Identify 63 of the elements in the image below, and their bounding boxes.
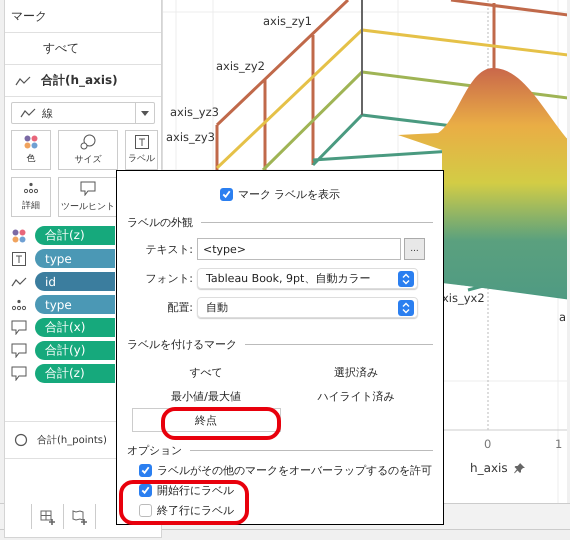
stepper-icon (398, 270, 414, 286)
checkbox[interactable] (139, 484, 152, 496)
field-pill[interactable]: id (35, 272, 115, 291)
font-select[interactable]: Tableau Book, 9pt、自動カラー (197, 268, 418, 289)
all-marks-tab[interactable]: すべて (43, 40, 79, 57)
line-icon (11, 276, 27, 286)
section-title: オプション (127, 442, 182, 458)
mark-property-button[interactable]: ツールヒント (58, 177, 118, 217)
circle-icon (14, 433, 28, 447)
dots-icon (12, 298, 26, 310)
line-icon (15, 76, 31, 86)
text-box-icon (134, 134, 148, 149)
new-sheet-icon[interactable] (40, 508, 56, 524)
layer-tab[interactable]: 合計(h_points) (37, 433, 107, 447)
four-dots-icon (24, 134, 38, 149)
section-title: ラベルの外観 (127, 214, 193, 230)
mark-property-button[interactable]: 色 (11, 130, 51, 170)
new-dashboard-icon[interactable] (72, 508, 88, 524)
section-title: ラベルを付けるマーク (127, 336, 237, 352)
label-marks-option[interactable]: 選択済み (333, 364, 379, 381)
dots-icon (24, 182, 38, 194)
checkbox[interactable] (139, 504, 152, 516)
checkbox[interactable] (139, 464, 152, 476)
mark-property-button[interactable]: サイズ (58, 130, 118, 170)
text-field[interactable]: <type> (197, 238, 401, 260)
pin-icon[interactable] (514, 462, 525, 474)
speech-bubble-icon (11, 366, 27, 381)
checkbox[interactable] (220, 188, 233, 200)
label-marks-option[interactable]: 最小値/最大値 (170, 388, 242, 405)
speech-bubble-icon (80, 181, 96, 196)
alignment-select[interactable]: 自動 (197, 297, 418, 318)
label-marks-option[interactable]: ハイライト済み (316, 388, 396, 405)
axis-label: axis_yz3 (170, 105, 219, 119)
field-label: テキスト: (144, 242, 193, 256)
speech-bubble-icon (11, 343, 27, 358)
axis-label: axis_zy2 (216, 59, 265, 73)
speech-bubble-icon (11, 320, 27, 335)
four-dots-icon (12, 228, 26, 242)
checkbox-label: 開始行にラベル (157, 482, 234, 498)
text-box-icon (12, 252, 26, 266)
field-label: フォント: (144, 271, 193, 286)
checkbox-label: ラベルがその他のマークをオーバーラップするのを許可 (157, 462, 432, 478)
axis-label: axis_zy3 (166, 130, 215, 144)
checkbox-label: 終了行にラベル (157, 502, 234, 518)
label-marks-option[interactable]: すべて (188, 364, 224, 381)
more-button[interactable]: ... (404, 238, 425, 260)
circles-icon (80, 134, 96, 150)
caret-icon (141, 110, 149, 116)
field-label: 配置: (166, 300, 193, 315)
mark-property-button[interactable]: ラベル (125, 130, 158, 170)
tick-label: 0 (484, 437, 492, 451)
axis-label: xis_yx2 (442, 291, 485, 305)
tick-label: 1 (555, 437, 562, 451)
mark-property-button[interactable]: 詳細 (11, 177, 51, 217)
checkbox-label: マーク ラベルを表示 (238, 186, 340, 202)
layer-tab[interactable]: 合計(h_axis) (41, 72, 118, 89)
axis-label: axis_zy1 (263, 14, 312, 28)
stepper-icon (398, 300, 414, 316)
marks-title: マーク (11, 8, 47, 24)
mark-type-dropdown[interactable]: 線 (11, 102, 155, 124)
axis-title: h_axis (470, 461, 508, 475)
line-icon (20, 108, 36, 118)
axis-label: a (559, 310, 566, 324)
